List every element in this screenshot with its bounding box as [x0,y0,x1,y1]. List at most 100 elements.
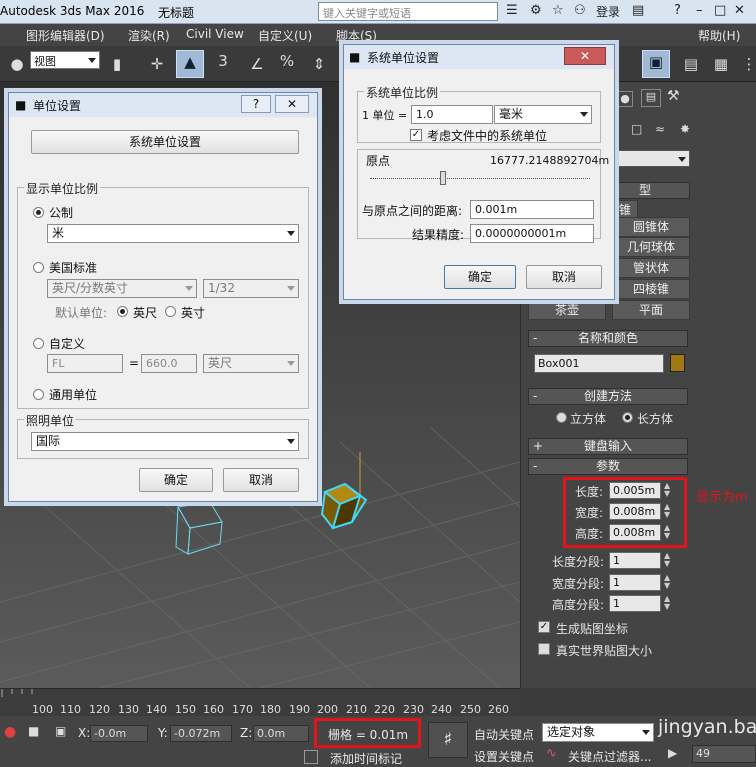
menu-rendering[interactable]: 渲染(R) [128,27,170,44]
us-standard-radio[interactable] [33,262,44,273]
key-mode-icon[interactable]: ● [4,724,16,740]
spinner-snap-icon[interactable]: ⇕ [308,53,330,75]
manipulate-icon[interactable]: ▲ [176,50,204,78]
generic-units-radio[interactable] [33,389,44,400]
rendered-frame-icon[interactable]: ▤ [680,53,702,75]
select-object-icon[interactable]: ● [6,53,28,75]
unit-type-select[interactable]: 毫米 [494,105,592,124]
precision-input[interactable]: 0.0000000001m [470,224,594,243]
infocenter-icon[interactable]: ⚙ [530,3,542,18]
render-setup-icon[interactable]: ▣ [642,50,670,78]
cube-radio[interactable] [556,412,567,423]
units-cancel-button[interactable]: 取消 [223,468,299,492]
y-coord-input[interactable]: -0.072m [170,725,232,742]
lighting-units-select[interactable]: 国际 [31,432,299,451]
system-units-setup-button[interactable]: 系统单位设置 [31,130,299,154]
menu-scripting[interactable]: 脚本(S) [336,27,377,44]
name-color-rollout[interactable]: - 名称和颜色 [528,330,688,347]
search-input[interactable]: 键入关键字或短语 [318,2,498,21]
star-icon[interactable]: ☆ [552,3,564,18]
object-name-input[interactable]: Box001 [534,354,664,373]
real-world-checkbox[interactable] [538,643,550,655]
keyboard-input-rollout[interactable]: + 键盘输入 [528,438,688,455]
display-panel-icon[interactable]: ▤ [641,89,661,107]
current-frame-input[interactable]: 49 [692,745,756,763]
gen-mapping-checkbox[interactable]: ✓ [538,621,550,633]
minimize-icon[interactable]: – [696,3,703,18]
teapot-button[interactable]: 茶壶 [528,300,606,320]
shapes-icon[interactable]: □ [631,122,642,136]
units-ok-button[interactable]: 确定 [139,468,213,492]
spacewarps-icon[interactable]: ≈ [655,122,665,136]
time-tag-icon[interactable] [304,750,318,764]
metric-select[interactable]: 米 [47,224,299,243]
menu-civil-view[interactable]: Civil View [186,27,244,41]
utilities-icon[interactable]: ⚒ [667,88,687,108]
angle-snap-icon[interactable]: ∠ [246,53,268,75]
snap-toggle[interactable]: 3 [212,50,234,72]
length-segs-input[interactable]: 1 [609,552,661,569]
display-tab-icon[interactable]: ● [617,91,633,107]
units-help-button[interactable]: ? [241,95,271,113]
creation-method-rollout[interactable]: - 创建方法 [528,388,688,405]
category-select[interactable] [614,150,690,167]
toolbar-more-icon[interactable]: ⋮ [738,53,756,75]
unit-value-input[interactable]: 1.0 [411,105,493,124]
pyramid-button[interactable]: 四棱锥 [612,279,690,299]
goto-end-icon[interactable]: ▶ [668,746,677,760]
box-radio[interactable] [622,412,633,423]
pivot-icon[interactable]: ▮ [106,53,128,75]
feet-radio[interactable] [117,306,128,317]
plane-button[interactable]: 平面 [612,300,690,320]
distance-input[interactable]: 0.001m [470,200,594,219]
origin-slider-handle[interactable] [440,171,446,185]
tube-button[interactable]: 管状体 [612,258,690,278]
height-segs-spinner[interactable]: ▲ ▼ [664,595,674,612]
parameters-rollout[interactable]: - 参数 [528,458,688,475]
close-icon[interactable]: ✕ [734,3,745,18]
fraction-select[interactable]: 1/32 [203,279,299,298]
inches-radio[interactable] [165,306,176,317]
key-filters-button[interactable]: 关键点过滤器... [568,748,651,765]
absolute-mode-icon[interactable]: ▣ [55,724,66,738]
custom-value-input[interactable]: 660.0 [141,354,197,373]
system-ok-button[interactable]: 确定 [444,265,516,289]
metric-radio[interactable] [33,207,44,218]
reference-coord-select[interactable]: 视图 [30,51,100,69]
system-close-button[interactable]: ✕ [564,47,606,65]
systems-icon[interactable]: ✸ [680,122,690,136]
us-standard-select[interactable]: 英尺/分数英寸 [47,279,197,298]
width-segs-input[interactable]: 1 [609,574,661,591]
object-color-swatch[interactable] [670,354,685,372]
auto-key-button[interactable]: 自动关键点 [474,726,534,743]
render-icon[interactable]: ▦ [710,53,732,75]
set-key-icon[interactable]: ♯ [428,722,468,758]
move-icon[interactable]: ✛ [146,53,168,75]
maximize-icon[interactable]: □ [714,3,726,18]
help-icon[interactable]: ? [674,3,681,18]
set-key-button[interactable]: 设置关键点 [474,748,534,765]
cone-object-button[interactable]: 圆锥体 [612,217,690,237]
user-icon[interactable]: ⚇ [574,3,586,18]
system-cancel-button[interactable]: 取消 [526,265,602,289]
geosphere-button[interactable]: 几何球体 [612,237,690,257]
height-segs-input[interactable]: 1 [609,595,661,612]
key-filter-select[interactable]: 选定对象 [542,723,654,742]
z-coord-input[interactable]: 0.0m [253,725,309,742]
respect-units-checkbox[interactable]: ✓ [410,129,422,141]
custom-name-input[interactable]: FL [47,354,123,373]
menu-help[interactable]: 帮助(H) [698,27,740,44]
login-link[interactable]: 登录 [596,3,620,20]
custom-unit-select[interactable]: 英尺 [203,354,299,373]
custom-radio[interactable] [33,338,44,349]
menu-graph-editors[interactable]: 图形编辑器(D) [26,27,105,44]
menu-customize[interactable]: 自定义(U) [258,27,312,44]
lock-icon[interactable]: ■ [28,724,39,738]
time-slider[interactable]: 100 110 120 130 140 150 160 170 180 190 … [0,688,520,716]
binoculars-icon[interactable]: ☰ [506,3,518,18]
width-segs-spinner[interactable]: ▲ ▼ [664,574,674,591]
units-close-button[interactable]: ✕ [275,95,309,113]
percent-snap-toggle[interactable]: % [276,50,298,72]
add-time-tag-button[interactable]: 添加时间标记 [330,750,402,767]
x-coord-input[interactable]: -0.0m [90,725,148,742]
